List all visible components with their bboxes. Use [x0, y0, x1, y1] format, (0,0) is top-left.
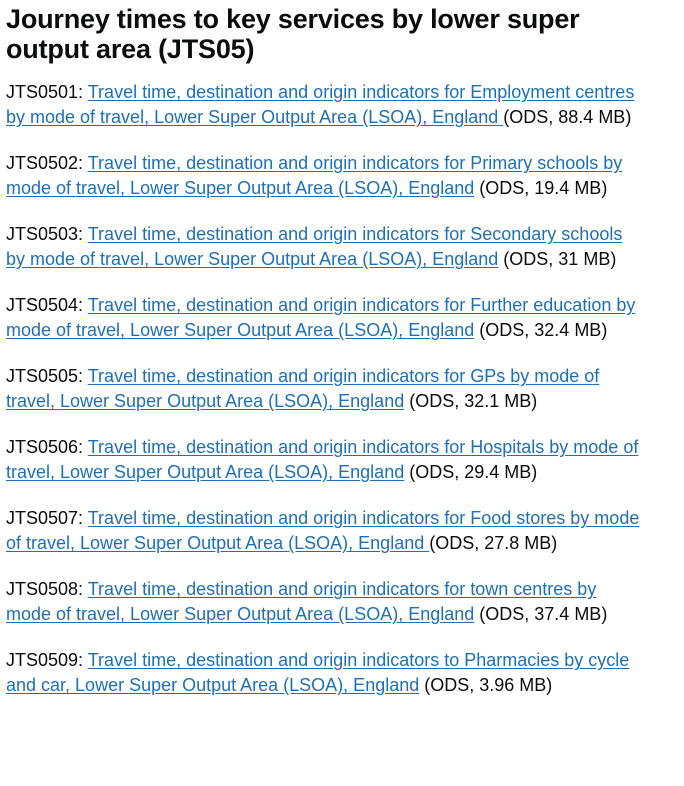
file-meta: (ODS, 27.8 MB) [429, 533, 558, 553]
list-item: JTS0509: Travel time, destination and or… [6, 650, 630, 695]
file-meta: (ODS, 32.1 MB) [409, 391, 538, 411]
file-meta: (ODS, 3.96 MB) [424, 675, 553, 695]
file-meta: (ODS, 32.4 MB) [479, 320, 608, 340]
list-item: JTS0502: Travel time, destination and or… [6, 153, 623, 198]
file-meta: (ODS, 29.4 MB) [409, 462, 538, 482]
file-meta: (ODS, 31 MB) [503, 249, 617, 269]
file-meta: (ODS, 37.4 MB) [479, 604, 608, 624]
list-item: JTS0507: Travel time, destination and or… [6, 508, 640, 553]
dataset-code: JTS0502 [6, 153, 79, 173]
list-item: JTS0505: Travel time, destination and or… [6, 366, 600, 411]
file-meta: (ODS, 88.4 MB) [503, 107, 632, 127]
dataset-code: JTS0509 [6, 650, 79, 670]
list-item: JTS0504: Travel time, destination and or… [6, 295, 636, 340]
dataset-code: JTS0503 [6, 224, 79, 244]
dataset-code: JTS0507 [6, 508, 79, 528]
dataset-code: JTS0501 [6, 82, 79, 102]
dataset-link[interactable]: Travel time, destination and origin indi… [6, 437, 638, 482]
dataset-code: JTS0504 [6, 295, 79, 315]
dataset-code: JTS0506 [6, 437, 79, 457]
list-item: JTS0506: Travel time, destination and or… [6, 437, 639, 482]
list-item: JTS0503: Travel time, destination and or… [6, 224, 623, 269]
dataset-code: JTS0505 [6, 366, 79, 386]
page-title: Journey times to key services by lower s… [6, 4, 580, 64]
file-meta: (ODS, 19.4 MB) [479, 178, 608, 198]
list-item: JTS0508: Travel time, destination and or… [6, 579, 608, 624]
page-content: Journey times to key services by lower s… [0, 0, 640, 698]
list-item: JTS0501: Travel time, destination and or… [6, 82, 635, 127]
dataset-code: JTS0508 [6, 579, 79, 599]
